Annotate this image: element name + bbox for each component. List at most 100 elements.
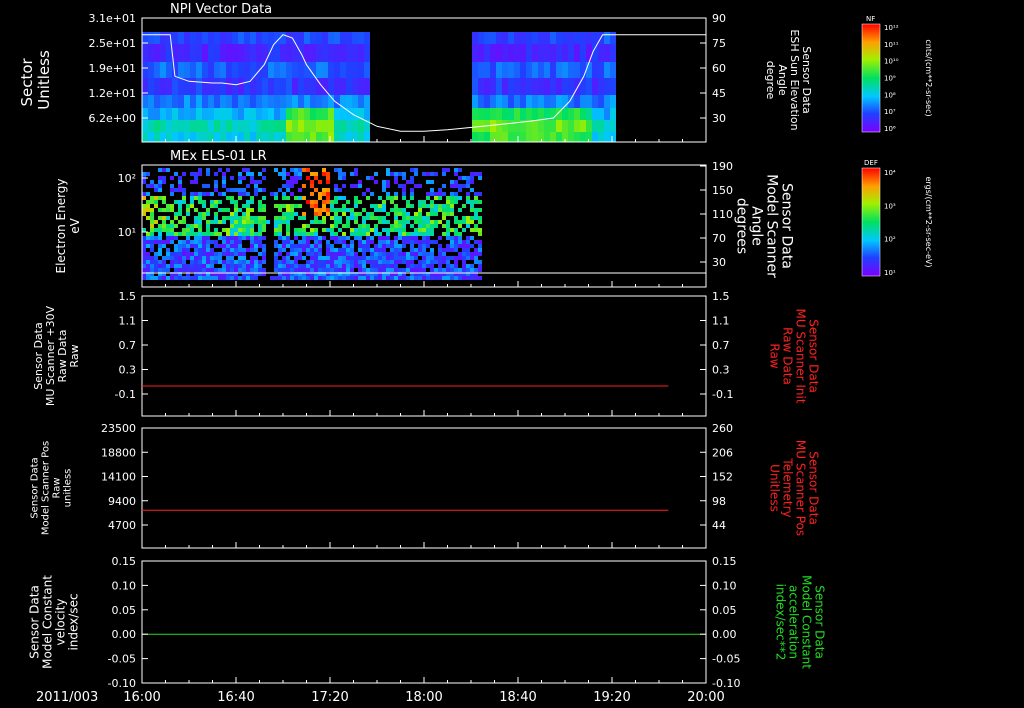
- hm2-cell-1200: [406, 268, 410, 272]
- x-tick-label-2: 17:20: [311, 690, 348, 705]
- hm2-cell-667: [290, 216, 294, 220]
- hm2-cell-905: [342, 224, 346, 228]
- hm2-cell-174: [178, 244, 182, 248]
- hm1-cell-204: [292, 95, 298, 108]
- hm1-cell-4: [142, 95, 148, 108]
- hm2-cell-881: [338, 176, 342, 180]
- hm2-cell-180: [178, 268, 182, 272]
- hm2-cell-16: [142, 264, 146, 268]
- hm2-cell-933: [350, 172, 354, 176]
- hm2-cell-906: [342, 232, 346, 236]
- hm1-cell-407: [544, 132, 550, 142]
- hm2-cell-1306: [430, 220, 434, 224]
- hm1-cell-139: [244, 78, 250, 95]
- hm2-cell-489: [246, 208, 250, 212]
- hm2-cell-702: [298, 216, 302, 220]
- hm2-cell-1008: [366, 228, 370, 232]
- hm2-cell-1025: [370, 236, 374, 240]
- hm2-cell-551: [258, 232, 262, 236]
- hm1-cell-208: [298, 32, 304, 44]
- hm2-cell-1016: [366, 268, 370, 272]
- hm2-cell-1420: [454, 264, 458, 268]
- hm2-cell-637: [286, 180, 290, 184]
- hm2-cell-344: [214, 256, 218, 260]
- hm2-cell-1303: [430, 204, 434, 208]
- hm2-cell-1154: [398, 228, 402, 232]
- hm2-cell-171: [178, 220, 182, 224]
- hm2-cell-639: [286, 188, 290, 192]
- hm2-cell-761: [310, 264, 314, 268]
- colorbar-def-ticks: 10⁴10³10²10¹: [884, 169, 896, 277]
- hm2-cell-173: [178, 240, 182, 244]
- panel3-y-ticks: 1.51.10.70.3-0.1: [115, 290, 148, 401]
- hm1-cell-211: [298, 78, 304, 95]
- colorbar-def-title: DEF: [864, 159, 878, 167]
- hm2-cell-461: [238, 268, 242, 272]
- hm2-cell-231: [190, 264, 194, 268]
- hm2-cell-521: [250, 268, 254, 272]
- hm2-cell-264: [198, 228, 202, 232]
- x-tick-labels: 16:00 16:40 17:20 18:00 18:40 19:20 20:00: [123, 690, 724, 705]
- hm2-cell-768: [314, 200, 318, 204]
- hm1-cell-24: [160, 32, 166, 44]
- hm2-cell-910: [342, 248, 346, 252]
- x-tick-label-0: 16:00: [123, 690, 160, 705]
- panel1-right-ticks: 9075604530: [700, 12, 726, 125]
- hm2-cell-76: [158, 180, 162, 184]
- hm1-cell-366: [514, 120, 520, 132]
- hm2-cell-806: [322, 188, 326, 192]
- hm2-cell-1046: [374, 256, 378, 260]
- hm2-cell-266: [198, 236, 202, 240]
- hm2-cell-778: [314, 244, 318, 248]
- hm2-cell-1356: [442, 216, 446, 220]
- cb1-tick-3: 10⁹: [884, 75, 896, 83]
- hm2-cell-708: [298, 252, 302, 256]
- hm2-cell-1034: [370, 276, 374, 280]
- hm1-cell-95: [208, 132, 214, 142]
- hm2-cell-351: [218, 200, 222, 204]
- p4y-tick-0: 23500: [101, 422, 136, 435]
- p4y-tick-2: 14100: [101, 471, 136, 484]
- hm2-cell-777: [314, 240, 318, 244]
- hm2-cell-1244: [418, 212, 422, 216]
- hm2-cell-245: [194, 240, 198, 244]
- hm1-cell-388: [532, 95, 538, 108]
- hm1-cell-238: [316, 120, 322, 132]
- hm2-cell-803: [318, 276, 322, 280]
- hm2-cell-915: [342, 268, 346, 272]
- hm2-cell-1473: [466, 268, 470, 272]
- hm2-cell-7: [142, 212, 146, 216]
- hm2-cell-1212: [410, 236, 414, 240]
- hm1-cell-441: [574, 44, 580, 62]
- hm1-cell-78: [196, 120, 202, 132]
- hm2-cell-1519: [478, 232, 482, 236]
- hm2-cell-204: [186, 224, 190, 228]
- hm2-cell-1043: [374, 244, 378, 248]
- hm2-cell-566: [262, 216, 266, 220]
- hm2-cell-841: [330, 200, 334, 204]
- hm1-cell-25: [160, 44, 166, 62]
- hm2-cell-1283: [426, 212, 430, 216]
- hm1-cell-66: [190, 62, 196, 78]
- hm2-cell-1117: [390, 248, 394, 252]
- hm1-cell-261: [334, 108, 340, 120]
- hm2-cell-747: [310, 180, 314, 184]
- hm2-cell-835: [326, 256, 330, 260]
- hm2-cell-495: [246, 232, 250, 236]
- hm2-cell-1399: [450, 264, 454, 268]
- hm2-cell-148: [174, 200, 178, 204]
- hm2-cell-588: [274, 228, 278, 232]
- hm1-cell-378: [526, 62, 532, 78]
- hm1-cell-385: [532, 44, 538, 62]
- hm1-cell-205: [292, 108, 298, 120]
- hm2-cell-498: [246, 260, 250, 264]
- hm1-cell-274: [346, 62, 352, 78]
- hm2-cell-1487: [470, 244, 474, 248]
- hm2-cell-653: [286, 256, 290, 260]
- hm2-cell-946: [350, 264, 354, 268]
- hm1-cell-13: [148, 108, 154, 120]
- hm2-cell-1285: [426, 220, 430, 224]
- hm1-cell-217: [304, 44, 310, 62]
- hm2-cell-769: [314, 204, 318, 208]
- hm2-cell-1188: [406, 200, 410, 204]
